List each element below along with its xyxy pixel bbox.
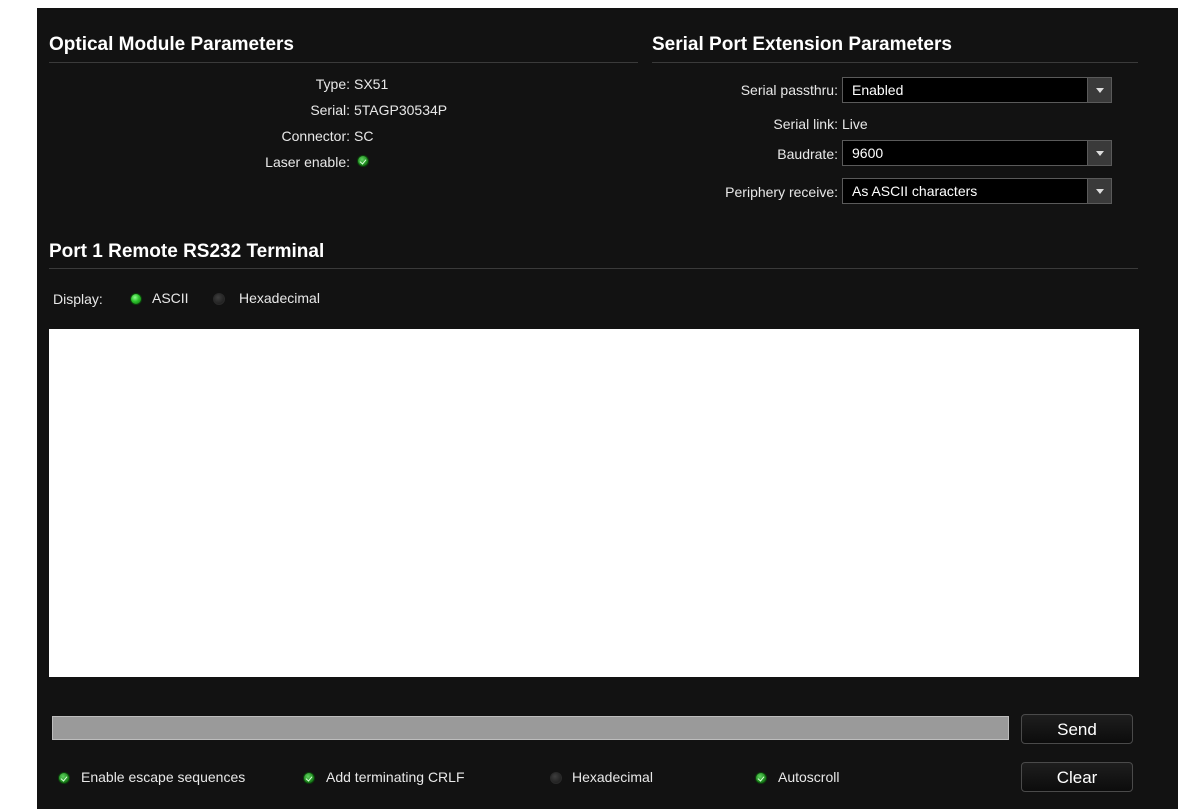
chevron-down-icon[interactable] [1087,141,1111,165]
terminal-divider [49,268,1138,269]
send-button[interactable]: Send [1021,714,1133,744]
connector-label: Connector: [281,128,350,144]
chevron-down-icon[interactable] [1087,78,1111,102]
terminating-crlf-label[interactable]: Add terminating CRLF [326,769,465,785]
terminal-output[interactable] [49,329,1139,677]
periphery-receive-select[interactable]: As ASCII characters [842,178,1112,204]
serial-passthru-select[interactable]: Enabled [842,77,1112,103]
serial-value: 5TAGP30534P [354,102,448,118]
laser-enable-check-icon [357,155,369,167]
type-value: SX51 [354,76,389,92]
periphery-receive-value: As ASCII characters [852,183,978,199]
hexadecimal-check-icon[interactable] [550,772,562,784]
optical-section-title: Optical Module Parameters [49,34,294,55]
send-input[interactable] [52,716,1009,740]
type-label: Type: [315,76,350,92]
display-ascii-label[interactable]: ASCII [152,290,189,306]
terminating-crlf-check-icon[interactable] [303,772,315,784]
laser-enable-label: Laser enable: [265,154,350,170]
serial-passthru-label: Serial passthru: [740,82,838,98]
escape-sequences-label[interactable]: Enable escape sequences [81,769,245,785]
serial-passthru-value: Enabled [852,82,904,98]
serial-ext-section-title: Serial Port Extension Parameters [652,34,952,55]
serial-label: Serial: [310,102,350,118]
autoscroll-label[interactable]: Autoscroll [778,769,839,785]
serial-link-label: Serial link: [773,116,838,132]
optical-divider [49,62,638,63]
terminal-section-title: Port 1 Remote RS232 Terminal [49,241,325,262]
autoscroll-check-icon[interactable] [755,772,767,784]
display-hexadecimal-radio[interactable] [213,293,225,305]
escape-sequences-check-icon[interactable] [58,772,70,784]
hexadecimal-option-label[interactable]: Hexadecimal [572,769,653,785]
connector-value: SC [354,128,374,144]
display-ascii-radio[interactable] [130,293,142,305]
baudrate-label: Baudrate: [777,146,838,162]
display-hexadecimal-label[interactable]: Hexadecimal [239,290,320,306]
baudrate-value: 9600 [852,145,884,161]
baudrate-select[interactable]: 9600 [842,140,1112,166]
serial-ext-divider [652,62,1138,63]
serial-link-value: Live [842,116,868,132]
clear-button[interactable]: Clear [1021,762,1133,792]
periphery-receive-label: Periphery receive: [725,184,838,200]
chevron-down-icon[interactable] [1087,179,1111,203]
display-label: Display: [53,291,103,307]
